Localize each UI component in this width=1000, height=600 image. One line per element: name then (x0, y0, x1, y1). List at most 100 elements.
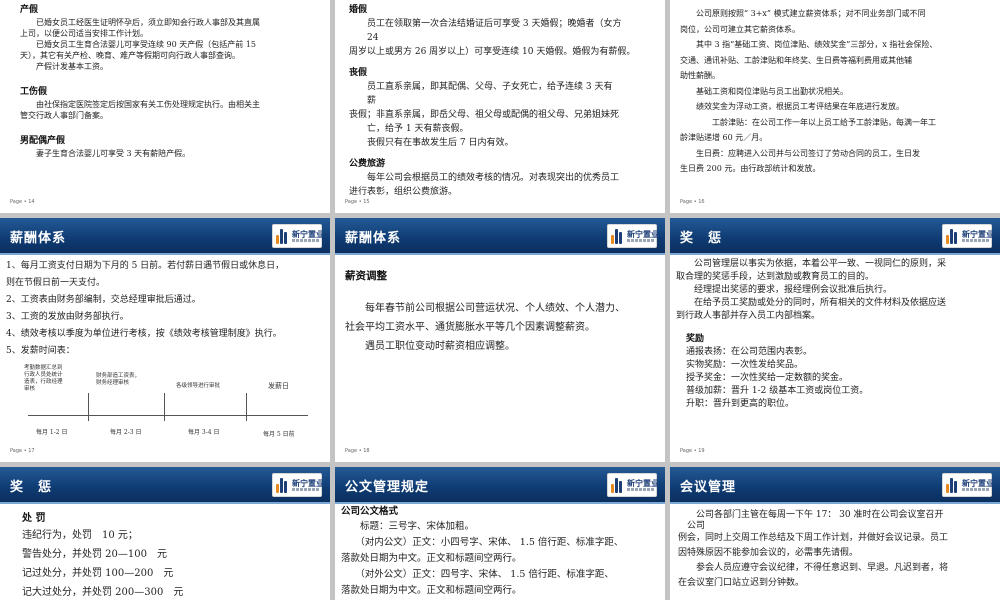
section-heading: 婚假 (349, 5, 368, 15)
paragraph-line: （对内公文）正文：小四号字、宋体、 1.5 倍行距、标准字距、 (341, 537, 624, 548)
paragraph-line: 由社保指定医院签定后按国家有关工伤处理规定执行。由相关主 (20, 100, 260, 109)
timeline-step-desc: 发薪日 (268, 382, 289, 390)
paragraph-line: 上司，以便公司适当安排工作计划。 (20, 29, 148, 38)
company-logo: 新宁置业 (272, 473, 324, 497)
timeline-step-desc: 考勤数据汇总到 行政人员处统计 造表，行政经理 审核 (24, 365, 63, 392)
paragraph-line: 记大过处分，并处罚 200—300 元 (22, 587, 184, 598)
slide-22-content: 公司各部门主管在每周一下午 17： 30 准时在公司会议室召开 公司 例会，同时… (678, 509, 994, 591)
timeline-step-date: 每月 5 日前 (263, 431, 295, 438)
page-number: Page • 19 (680, 448, 705, 454)
logo-bars-icon (946, 228, 960, 244)
paragraph-line: （对外公文）正文：四号字、宋体、 1.5 倍行距、标准字距、 (341, 569, 614, 580)
paragraph-line: 公司原则按照“ 3+x” 模式建立薪资体系；对不同业务部门或不同 (680, 9, 926, 18)
paragraph-line: 生日费 200 元。由行政部统计和发放。 (680, 164, 821, 173)
slide-14-content: 产假 已婚女员工经医生证明怀孕后，须立即知会行政人事部及其直属 上司，以便公司适当… (20, 4, 322, 159)
paragraph-line: 岗位，公司可建立其它薪资体系。 (680, 24, 800, 34)
paragraph-line: 在给予员工奖励或处分的同时，所有相关的文件材料及依据应送 (676, 298, 947, 308)
page-number: Page • 15 (345, 199, 370, 205)
section-heading: 奖励 (686, 334, 705, 344)
paragraph-line: 3、工资的发放由财务部执行。 (6, 312, 129, 322)
slide-title: 薪酬体系 (345, 231, 402, 246)
payroll-timeline: 考勤数据汇总到 行政人员处统计 造表，行政经理 审核 财务部造工资表， 财务经理… (18, 363, 318, 443)
paragraph-line: 1、每月工资支付日期为下月的 5 日前。若付薪日遇节假日或休息日， (6, 261, 285, 271)
list-item: 升职：晋升到更高的职位。 (686, 399, 795, 409)
paragraph-line: 龄津贴递增 60 元／月。 (680, 133, 768, 142)
paragraph-line: 产假计发基本工资。 (20, 62, 108, 71)
slide-16: 公司原则按照“ 3+x” 模式建立薪资体系；对不同业务部门或不同 岗位，公司可建立… (670, 0, 1000, 213)
paragraph-line: 每年春节前公司根据公司营运状况、个人绩效、个人潜力、 (345, 303, 625, 314)
slide-title: 奖 惩 (10, 480, 53, 495)
logo-bars-icon (276, 477, 290, 493)
paragraph-line: 公司管理层以事实为依据，本着公平一致、一视同仁的原则，采 (676, 259, 947, 269)
logo-subtext-decoration (962, 488, 990, 491)
slide-20: 奖 惩 新宁置业 处 罚 违纪行为，处罚 10 元； 警告处分，并处罚 20—1… (0, 467, 330, 600)
slide-18-content: 薪资调整 每年春节前公司根据公司营运状况、个人绩效、个人潜力、 社会平均工资水平… (345, 268, 657, 356)
slide-14: 产假 已婚女员工经医生证明怀孕后，须立即知会行政人事部及其直属 上司，以便公司适当… (0, 0, 330, 213)
logo-subtext-decoration (627, 488, 655, 491)
list-item: 通报表扬：在公司范围内表彰。 (686, 347, 813, 357)
logo-subtext-decoration (962, 239, 990, 242)
paragraph-line: 违纪行为，处罚 10 元； (22, 530, 138, 541)
slide-title: 薪酬体系 (10, 231, 67, 246)
paragraph-line: 因特殊原因不能参加会议的，必需事先请假。 (678, 548, 859, 558)
page-number: Page • 16 (680, 199, 705, 205)
company-logo: 新宁置业 (942, 224, 994, 248)
paragraph-line: 生日费：应聘进入公司并与公司签订了劳动合同的员工，生日发 (680, 148, 920, 158)
paragraph-line: 落款处日期为中文。正文和标题间空两行。 (341, 553, 522, 564)
slide-header: 会议管理 新宁置业 (670, 467, 1000, 504)
slide-18: 薪酬体系 新宁置业 薪资调整 每年春节前公司根据公司营运状况、个人绩效、个人潜力… (335, 218, 665, 462)
paragraph-line: 绩效奖金为浮动工资，根据员工考评结果在年底进行发放。 (680, 102, 904, 111)
paragraph-line: 基础工资和岗位津贴与员工出勤状况相关。 (680, 86, 848, 96)
timeline-divider (88, 393, 89, 421)
logo-bars-icon (276, 228, 290, 244)
slide-17-content: 1、每月工资支付日期为下月的 5 日前。若付薪日遇节假日或休息日， 则在节假日前一… (6, 258, 324, 360)
paragraph-line: 在会议室门口站立迟到分钟数。 (678, 578, 805, 588)
logo-subtext-decoration (292, 239, 320, 242)
timeline-step-date: 每月 2-3 日 (110, 429, 142, 436)
paragraph-line: 工龄津贴：在公司工作一年以上员工给予工龄津贴，每满一年工 (680, 117, 936, 127)
page-number: Page • 17 (10, 448, 35, 454)
slide-header: 薪酬体系 新宁置业 (335, 218, 665, 255)
slide-16-content: 公司原则按照“ 3+x” 模式建立薪资体系；对不同业务部门或不同 岗位，公司可建立… (680, 6, 994, 177)
list-item: 普级加薪：晋升 1-2 级基本工资或岗位工资。 (686, 386, 869, 396)
section-heading: 公司公文格式 (341, 506, 399, 517)
slide-title: 公文管理规定 (345, 480, 430, 495)
paragraph-line: 警告处分，并处罚 20—100 元 (22, 549, 167, 560)
paragraph-line: 每年公司会根据员工的绩效考核的情况。对表现突出的优秀员工 (349, 173, 620, 183)
paragraph-line: 取合理的奖惩手段，达到激励或教育员工的目的。 (676, 272, 875, 282)
paragraph-line: 则在节假日前一天支付。 (6, 278, 106, 288)
slide-title: 奖 惩 (680, 231, 723, 246)
paragraph-line: 亡，给予 1 天有薪丧假。 (349, 124, 469, 134)
paragraph-line: 公司 (678, 521, 706, 531)
slide-21-content: 公司公文格式 标题：三号字、宋体加粗。 （对内公文）正文：小四号字、宋体、 1.… (341, 505, 659, 599)
page-number: Page • 18 (345, 448, 370, 454)
list-item: 授予奖金：一次性奖给一定数额的奖金。 (686, 373, 849, 383)
paragraph-line: 员工直系亲属，即其配偶、父母、子女死亡，给予连续 3 天有 (349, 82, 613, 92)
timeline-step-desc: 各级领导进行审批 (176, 383, 221, 389)
paragraph-line: 参会人员应遵守会议纪律，不得任意迟到、早退。凡迟到者，将 (678, 563, 949, 573)
slide-22: 会议管理 新宁置业 公司各部门主管在每周一下午 17： 30 准时在公司会议室召… (670, 467, 1000, 600)
paragraph-line: 管交行政人事部门备案。 (20, 111, 108, 120)
timeline-step-date: 每月 1-2 日 (36, 429, 68, 436)
slide-header: 奖 惩 新宁置业 (0, 467, 330, 504)
paragraph-line: 4、绩效考核以季度为单位进行考核，按《绩效考核管理制度》执行。 (6, 329, 282, 339)
section-heading: 公费旅游 (349, 159, 386, 169)
section-heading: 薪资调整 (345, 270, 387, 282)
paragraph-line: 公司各部门主管在每周一下午 17： 30 准时在公司会议室召开 (678, 510, 944, 520)
paragraph-line: 经理提出奖惩的要求，报经理例会议批准后执行。 (676, 285, 893, 295)
timeline-divider (164, 393, 165, 421)
company-logo: 新宁置业 (272, 224, 324, 248)
paragraph-line: 助性薪酬。 (680, 71, 720, 80)
slide-17: 薪酬体系 新宁置业 1、每月工资支付日期为下月的 5 日前。若付薪日遇节假日或休… (0, 218, 330, 462)
paragraph-line: 丧假；非直系亲属，即岳父母、祖父母或配偶的祖父母、兄弟姐妹死 (349, 110, 620, 120)
paragraph-line: 标题：三号字、宋体加粗。 (341, 521, 475, 532)
paragraph-line: 记过处分，并处罚 100—200 元 (22, 568, 174, 579)
logo-bars-icon (611, 228, 625, 244)
paragraph-line: 交通、通讯补贴、工龄津贴和年终奖、生日费等福利费用或其他辅 (680, 55, 912, 65)
paragraph-line: 妻子生育合法婴儿可享受 3 天有薪陪产假。 (20, 149, 191, 158)
logo-subtext-decoration (627, 239, 655, 242)
paragraph-line: 已婚女员工经医生证明怀孕后，须立即知会行政人事部及其直属 (20, 18, 260, 27)
timeline-step-date: 每月 3-4 日 (188, 429, 220, 436)
